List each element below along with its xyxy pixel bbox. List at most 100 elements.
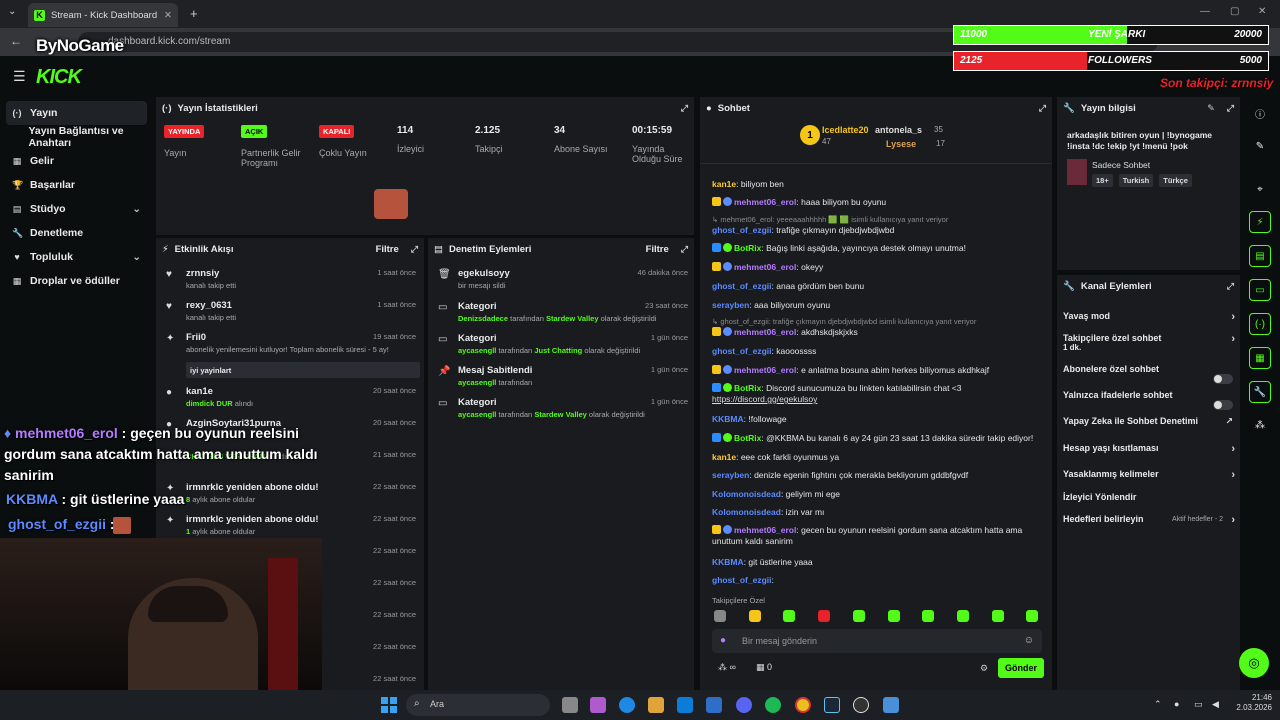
back-icon[interactable]: ← xyxy=(10,34,22,48)
chat-message[interactable]: BotRix: @KKBMA bu kanalı 6 ay 24 gün 23 … xyxy=(712,433,1042,444)
activity-item[interactable]: ♥ zrnnsiy kanalı takip etti 1 saat önce xyxy=(162,268,418,296)
moderation-item[interactable]: ▭ Kategori aycasengll tarafından Just Chat… xyxy=(434,333,690,361)
expand-icon[interactable]: ⤢ xyxy=(681,244,688,255)
broadcast-rail-icon[interactable]: (·) xyxy=(1249,313,1271,335)
mic-tray-icon[interactable]: ● xyxy=(1174,699,1179,709)
chat-username[interactable]: Kolomonoisdead xyxy=(712,507,781,517)
moderation-item[interactable]: ▭ Kategori aycasengll tarafından Stardew V… xyxy=(434,397,690,425)
copilot-icon[interactable] xyxy=(590,697,606,713)
chat-username[interactable]: ghost_of_ezgii xyxy=(712,225,772,235)
help-support-icon[interactable]: ◎ xyxy=(1239,648,1269,678)
chat-message[interactable]: kan1e: biliyom ben xyxy=(712,179,1042,190)
spotify-icon[interactable] xyxy=(765,697,781,713)
hamburger-menu-icon[interactable]: ☰ xyxy=(13,68,26,85)
file-explorer-icon[interactable] xyxy=(648,697,664,713)
expand-icon[interactable]: ⤢ xyxy=(1227,281,1234,292)
chat-username[interactable]: mehmet06_erol xyxy=(734,262,796,272)
network-icon[interactable]: ▭ xyxy=(1194,699,1203,710)
expand-icon[interactable]: ⤢ xyxy=(1227,103,1234,114)
chat-message[interactable]: mehmet06_erol: gecen bu oyunun reelsini … xyxy=(712,525,1042,547)
toggle-switch[interactable] xyxy=(1213,400,1233,410)
emoji-icon[interactable]: ☺ xyxy=(1024,635,1034,646)
sidebar-item-basarilar[interactable]: 🏆 Başarılar xyxy=(6,173,147,197)
steam-icon[interactable] xyxy=(824,697,840,713)
emote-icon[interactable] xyxy=(818,610,831,622)
gift-count[interactable]: ▦ 0 xyxy=(756,662,772,673)
sidebar-item-yayin[interactable]: (·) Yayın xyxy=(6,101,147,125)
mic-icon[interactable]: ● xyxy=(720,635,726,646)
chat-message[interactable]: serayben: denizle egenin fightını çok me… xyxy=(712,470,1042,481)
tab-close-icon[interactable]: ✕ xyxy=(164,10,172,21)
store-icon[interactable] xyxy=(677,697,693,713)
channel-points[interactable]: ⁂ ∞ xyxy=(718,662,736,673)
tools-rail-icon[interactable]: 🔧 xyxy=(1249,381,1271,403)
emote-icon[interactable] xyxy=(748,610,761,622)
emote-icon[interactable] xyxy=(783,610,796,622)
emote-icon[interactable] xyxy=(1026,610,1039,622)
chat-message[interactable]: ghost_of_ezgii: kaooossss xyxy=(712,346,1042,357)
chat-username[interactable]: BotRix xyxy=(734,243,761,253)
sidebar-item-denetleme[interactable]: 🔧 Denetleme xyxy=(6,221,147,245)
chat-message[interactable]: ↳ ghost_of_ezgii: trafiğe çıkmayın djebd… xyxy=(712,316,1042,327)
channel-action-item[interactable]: Hedefleri belirleyin Aktif hedefler - 2 › xyxy=(1063,514,1239,532)
toggle-switch[interactable] xyxy=(1213,374,1233,384)
chat-message[interactable]: Kolomonoisdead: geliyim mi ege xyxy=(712,489,1042,500)
expand-icon[interactable]: ⤢ xyxy=(1039,103,1046,114)
chrome-icon[interactable] xyxy=(795,697,811,713)
info-icon[interactable]: ⓘ xyxy=(1249,102,1271,124)
edit-pencil-icon[interactable]: ✎ xyxy=(1207,103,1215,114)
send-button[interactable]: Gönder xyxy=(998,658,1044,678)
emote-icon[interactable] xyxy=(887,610,900,622)
chat-message[interactable]: mehmet06_erol: okeyy xyxy=(712,262,1042,273)
chat-message[interactable]: serayben: aaa biliyorum oyunu xyxy=(712,300,1042,311)
chat-username[interactable]: mehmet06_erol xyxy=(734,365,796,375)
chat-username[interactable]: kan1e xyxy=(712,179,736,189)
moderation-rail-icon[interactable]: ▦ xyxy=(1249,347,1271,369)
sidebar-item-studyo[interactable]: ▤ Stüdyo ⌄ xyxy=(6,197,147,221)
chat-message[interactable]: BotRix: Discord sunucumuza bu linkten ka… xyxy=(712,383,1042,405)
sidebar-item-topluluk[interactable]: ♥ Topluluk ⌄ xyxy=(6,245,147,269)
edit-icon[interactable]: ✎ xyxy=(1249,135,1271,157)
discord-icon[interactable] xyxy=(736,697,752,713)
chat-username[interactable]: BotRix xyxy=(734,383,761,393)
chat-username[interactable]: mehmet06_erol xyxy=(734,197,796,207)
sidebar-item-gelir[interactable]: ▦ Gelir xyxy=(6,149,147,173)
chat-message[interactable]: mehmet06_erol: akdhskdjskjxks xyxy=(712,327,1042,338)
activity-filter-button[interactable]: Filtre xyxy=(376,244,399,255)
tab-list-icon[interactable]: ⌄ xyxy=(8,6,22,20)
chat-message[interactable]: KKBMA: git üstlerine yaaa xyxy=(712,557,1042,568)
chat-username[interactable]: ghost_of_ezgii xyxy=(712,281,772,291)
channel-action-item[interactable]: Yalnızca ifadelerle sohbet xyxy=(1063,390,1239,410)
emote-icon[interactable] xyxy=(852,610,865,622)
sidebar-item-droplar[interactable]: ▦ Droplar ve ödüller xyxy=(6,269,147,293)
chat-username[interactable]: KKBMA xyxy=(712,557,744,567)
chat-rail-icon[interactable]: ▭ xyxy=(1249,279,1271,301)
expand-icon[interactable]: ⤢ xyxy=(411,244,418,255)
channel-action-item[interactable]: İzleyici Yönlendir xyxy=(1063,492,1239,510)
chat-message[interactable]: ghost_of_ezgii: trafiğe çıkmayın djebdjw… xyxy=(712,225,1042,236)
community-rail-icon[interactable]: ⁂ xyxy=(1249,414,1271,436)
moderation-item[interactable]: 📌 Mesaj Sabitlendi aycasengll tarafından 1 … xyxy=(434,365,690,393)
chat-message[interactable]: kan1e: eee cok farkli oyunmus ya xyxy=(712,452,1042,463)
task-view-icon[interactable] xyxy=(562,697,578,713)
chat-link[interactable]: https://discord.gg/egekulsoy xyxy=(712,394,817,404)
activity-item[interactable]: ♥ rexy_0631 kanalı takip etti 1 saat önce xyxy=(162,300,418,328)
settings-gear-icon[interactable]: ⚙ xyxy=(980,663,988,674)
activity-rail-icon[interactable]: ⚡ xyxy=(1249,211,1271,233)
chat-username[interactable]: ghost_of_ezgii xyxy=(712,346,772,356)
window-close-icon[interactable]: ✕ xyxy=(1258,6,1266,17)
activity-item[interactable]: ● kan1e dimdick DUR alındı 20 saat önce xyxy=(162,386,418,414)
activity-item[interactable]: ✦ irmnrklc yeniden abone oldu! 8 aylık abo… xyxy=(162,482,418,510)
channel-action-item[interactable]: Yasaklanmış kelimeler › xyxy=(1063,469,1239,487)
chat-username[interactable]: Kolomonoisdead xyxy=(712,489,781,499)
moderation-filter-button[interactable]: Filtre xyxy=(646,244,669,255)
minimize-icon[interactable]: — xyxy=(1200,6,1210,17)
emote-icon[interactable] xyxy=(956,610,969,622)
new-tab-button[interactable]: + xyxy=(190,6,198,21)
kick-logo[interactable]: KICK xyxy=(36,66,82,89)
channel-action-item[interactable]: Abonelere özel sohbet xyxy=(1063,364,1239,384)
expand-icon[interactable]: ⤢ xyxy=(681,103,688,114)
channel-action-item[interactable]: Takipçilere özel sohbet 1 dk. › xyxy=(1063,333,1239,352)
chat-input[interactable]: ● Bir mesaj gönderin ☺ xyxy=(712,629,1042,653)
emote-icon[interactable] xyxy=(991,610,1004,622)
